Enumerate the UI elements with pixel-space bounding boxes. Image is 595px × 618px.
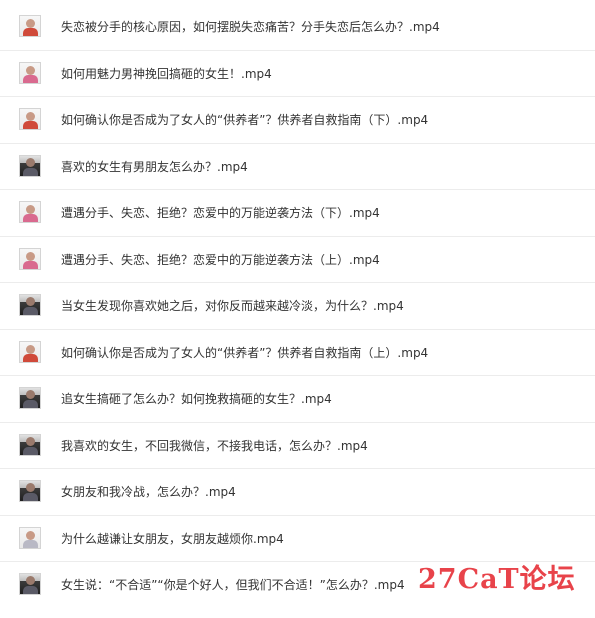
- file-row[interactable]: 我喜欢的女生，不回我微信，不接我电话，怎么办？.mp4: [0, 423, 595, 469]
- file-row[interactable]: 女朋友和我冷战，怎么办？.mp4: [0, 469, 595, 516]
- file-name[interactable]: 如何确认你是否成为了女人的“供养者”？供养者自救指南（下）.mp4: [61, 97, 428, 143]
- file-row[interactable]: 如何用魅力男神挽回搞砸的女生！.mp4: [0, 51, 595, 97]
- video-thumbnail: [19, 573, 41, 595]
- watermark-logo: 27CaT论坛: [418, 564, 576, 595]
- file-name[interactable]: 如何用魅力男神挽回搞砸的女生！.mp4: [61, 51, 272, 97]
- file-row[interactable]: 失恋被分手的核心原因，如何摆脱失恋痛苦？分手失恋后怎么办？.mp4: [0, 4, 595, 51]
- file-row[interactable]: 当女生发现你喜欢她之后，对你反而越来越冷淡，为什么？.mp4: [0, 283, 595, 330]
- video-thumbnail: [19, 108, 41, 130]
- file-name[interactable]: 喜欢的女生有男朋友怎么办？.mp4: [61, 144, 248, 190]
- file-row[interactable]: 如何确认你是否成为了女人的“供养者”？供养者自救指南（下）.mp4: [0, 97, 595, 144]
- file-row[interactable]: 如何确认你是否成为了女人的“供养者”？供养者自救指南（上）.mp4: [0, 330, 595, 376]
- file-row[interactable]: 为什么越谦让女朋友，女朋友越烦你.mp4: [0, 516, 595, 562]
- file-name[interactable]: 女生说：“不合适”“你是个好人，但我们不合适！”怎么办？.mp4: [61, 562, 405, 608]
- file-row[interactable]: 遭遇分手、失恋、拒绝？恋爱中的万能逆袭方法（下）.mp4: [0, 190, 595, 237]
- video-thumbnail: [19, 61, 41, 84]
- video-thumbnail: [19, 201, 41, 223]
- file-name[interactable]: 女朋友和我冷战，怎么办？.mp4: [61, 469, 236, 515]
- file-row[interactable]: 追女生搞砸了怎么办？如何挽救搞砸的女生？.mp4: [0, 376, 595, 423]
- file-name[interactable]: 失恋被分手的核心原因，如何摆脱失恋痛苦？分手失恋后怎么办？.mp4: [61, 4, 440, 50]
- video-thumbnail: [19, 340, 41, 363]
- file-name[interactable]: 我喜欢的女生，不回我微信，不接我电话，怎么办？.mp4: [61, 423, 368, 469]
- file-name[interactable]: 遭遇分手、失恋、拒绝？恋爱中的万能逆袭方法（上）.mp4: [61, 237, 380, 283]
- file-name[interactable]: 追女生搞砸了怎么办？如何挽救搞砸的女生？.mp4: [61, 376, 332, 422]
- file-name[interactable]: 如何确认你是否成为了女人的“供养者”？供养者自救指南（上）.mp4: [61, 330, 428, 376]
- video-thumbnail: [19, 526, 41, 549]
- file-row[interactable]: 喜欢的女生有男朋友怎么办？.mp4: [0, 144, 595, 190]
- video-thumbnail: [19, 480, 41, 502]
- video-thumbnail: [19, 387, 41, 409]
- video-thumbnail: [19, 433, 41, 456]
- video-thumbnail: [19, 294, 41, 316]
- file-list: 失恋被分手的核心原因，如何摆脱失恋痛苦？分手失恋后怎么办？.mp4 如何用魅力男…: [0, 4, 595, 609]
- video-thumbnail: [19, 247, 41, 270]
- file-name[interactable]: 当女生发现你喜欢她之后，对你反而越来越冷淡，为什么？.mp4: [61, 283, 404, 329]
- file-name[interactable]: 遭遇分手、失恋、拒绝？恋爱中的万能逆袭方法（下）.mp4: [61, 190, 380, 236]
- file-name[interactable]: 为什么越谦让女朋友，女朋友越烦你.mp4: [61, 516, 284, 562]
- video-thumbnail: [19, 15, 41, 37]
- file-row[interactable]: 遭遇分手、失恋、拒绝？恋爱中的万能逆袭方法（上）.mp4: [0, 237, 595, 283]
- video-thumbnail: [19, 154, 41, 177]
